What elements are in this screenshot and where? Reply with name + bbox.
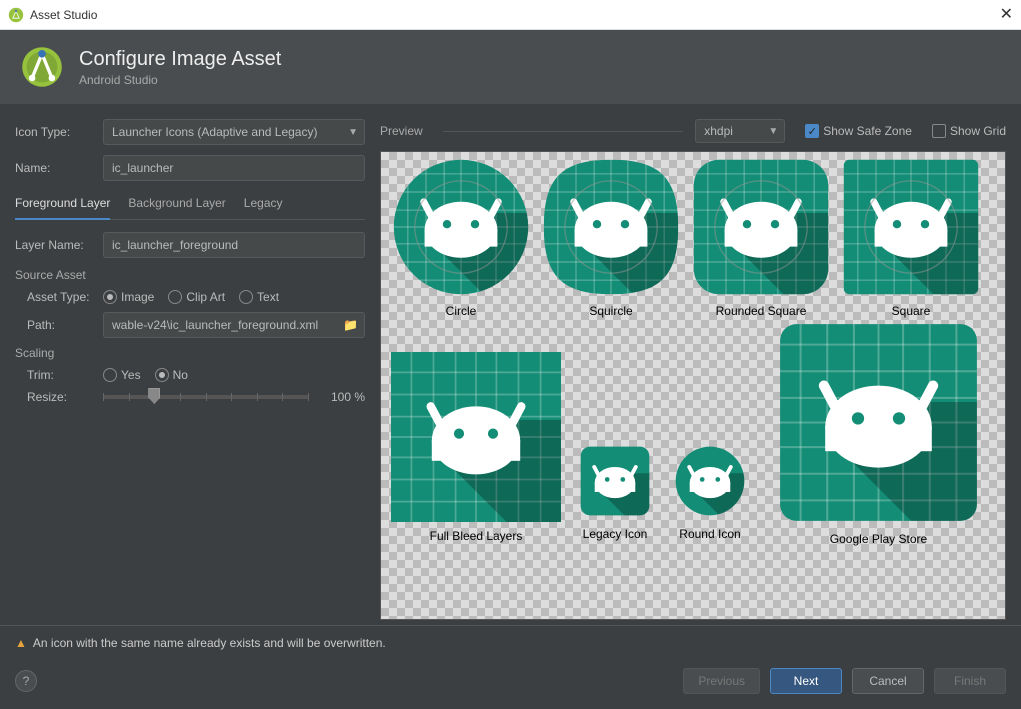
name-label: Name: xyxy=(15,161,103,175)
window-title: Asset Studio xyxy=(30,8,97,22)
tab-background-layer[interactable]: Background Layer xyxy=(128,191,225,219)
preview-item-squircle: Squircle xyxy=(541,157,681,318)
radio-icon xyxy=(103,368,117,382)
cancel-button[interactable]: Cancel xyxy=(852,668,924,694)
preview-item-play-store: Google Play Store xyxy=(776,320,981,546)
resize-slider[interactable] xyxy=(103,395,309,399)
caption: Rounded Square xyxy=(691,304,831,318)
radio-icon xyxy=(103,290,117,304)
asset-type-radio-clipart[interactable]: Clip Art xyxy=(168,290,225,304)
page-title: Configure Image Asset xyxy=(79,48,281,71)
app-icon xyxy=(8,7,24,23)
chevron-down-icon: ▼ xyxy=(348,127,358,138)
preview-label: Preview xyxy=(380,124,423,138)
resize-value: 100 % xyxy=(321,390,365,404)
name-value: ic_launcher xyxy=(112,161,173,175)
trim-label: Trim: xyxy=(27,368,103,382)
previous-button[interactable]: Previous xyxy=(683,668,760,694)
asset-type-radio-image[interactable]: Image xyxy=(103,290,154,304)
path-input[interactable]: wable-v24\ic_launcher_foreground.xml 📁 xyxy=(103,312,365,338)
preview-item-circle: Circle xyxy=(391,157,531,318)
footer-warning: ▲ An icon with the same name already exi… xyxy=(0,625,1021,660)
preview-item-legacy-icon: Legacy Icon xyxy=(576,442,654,541)
caption: Full Bleed Layers xyxy=(391,529,561,543)
icon-type-label: Icon Type: xyxy=(15,125,103,139)
preview-area: Circle Squircle Rounded Square Square xyxy=(380,151,1006,620)
show-safe-zone-checkbox[interactable]: ✓Show Safe Zone xyxy=(805,124,912,138)
preview-item-round-icon: Round Icon xyxy=(671,442,749,541)
divider xyxy=(443,131,684,132)
dialog-header: Configure Image Asset Android Studio xyxy=(0,30,1021,104)
caption: Squircle xyxy=(541,304,681,318)
layer-name-label: Layer Name: xyxy=(15,238,103,252)
page-subtitle: Android Studio xyxy=(79,73,281,87)
warning-icon: ▲ xyxy=(15,636,27,650)
tab-legacy[interactable]: Legacy xyxy=(244,191,283,219)
radio-icon xyxy=(239,290,253,304)
icon-type-select[interactable]: Launcher Icons (Adaptive and Legacy) ▼ xyxy=(103,119,365,145)
asset-type-radio-text[interactable]: Text xyxy=(239,290,279,304)
caption: Legacy Icon xyxy=(576,527,654,541)
layer-tabs: Foreground Layer Background Layer Legacy xyxy=(15,191,365,220)
chevron-down-icon: ▼ xyxy=(768,126,778,137)
layer-name-value: ic_launcher_foreground xyxy=(112,238,238,252)
slider-thumb[interactable] xyxy=(148,388,160,404)
preview-item-full-bleed: Full Bleed Layers xyxy=(391,352,561,543)
source-asset-label: Source Asset xyxy=(15,268,365,282)
caption: Circle xyxy=(391,304,531,318)
trim-radio-no[interactable]: No xyxy=(155,368,188,382)
resize-label: Resize: xyxy=(27,390,103,404)
preview-item-square: Square xyxy=(841,157,981,318)
icon-type-value: Launcher Icons (Adaptive and Legacy) xyxy=(112,125,317,139)
trim-radio-yes[interactable]: Yes xyxy=(103,368,141,382)
radio-icon xyxy=(168,290,182,304)
help-button[interactable]: ? xyxy=(15,670,37,692)
caption: Square xyxy=(841,304,981,318)
caption: Google Play Store xyxy=(776,532,981,546)
asset-type-label: Asset Type: xyxy=(27,290,103,304)
caption: Round Icon xyxy=(671,527,749,541)
titlebar: Asset Studio ✕ xyxy=(0,0,1021,30)
warning-text: An icon with the same name already exist… xyxy=(33,636,386,650)
folder-icon[interactable]: 📁 xyxy=(343,318,358,332)
scaling-label: Scaling xyxy=(15,346,365,360)
preview-item-rounded-square: Rounded Square xyxy=(691,157,831,318)
radio-icon xyxy=(155,368,169,382)
android-studio-logo-icon xyxy=(20,45,64,89)
checkbox-icon xyxy=(932,124,946,138)
path-value: wable-v24\ic_launcher_foreground.xml xyxy=(112,318,318,332)
tab-foreground-layer[interactable]: Foreground Layer xyxy=(15,191,110,220)
next-button[interactable]: Next xyxy=(770,668,842,694)
name-input[interactable]: ic_launcher xyxy=(103,155,365,181)
path-label: Path: xyxy=(27,318,103,332)
close-icon[interactable]: ✕ xyxy=(1000,4,1013,24)
show-grid-checkbox[interactable]: Show Grid xyxy=(932,124,1006,138)
density-select[interactable]: xhdpi ▼ xyxy=(695,119,785,143)
layer-name-input[interactable]: ic_launcher_foreground xyxy=(103,232,365,258)
checkbox-icon: ✓ xyxy=(805,124,819,138)
finish-button[interactable]: Finish xyxy=(934,668,1006,694)
